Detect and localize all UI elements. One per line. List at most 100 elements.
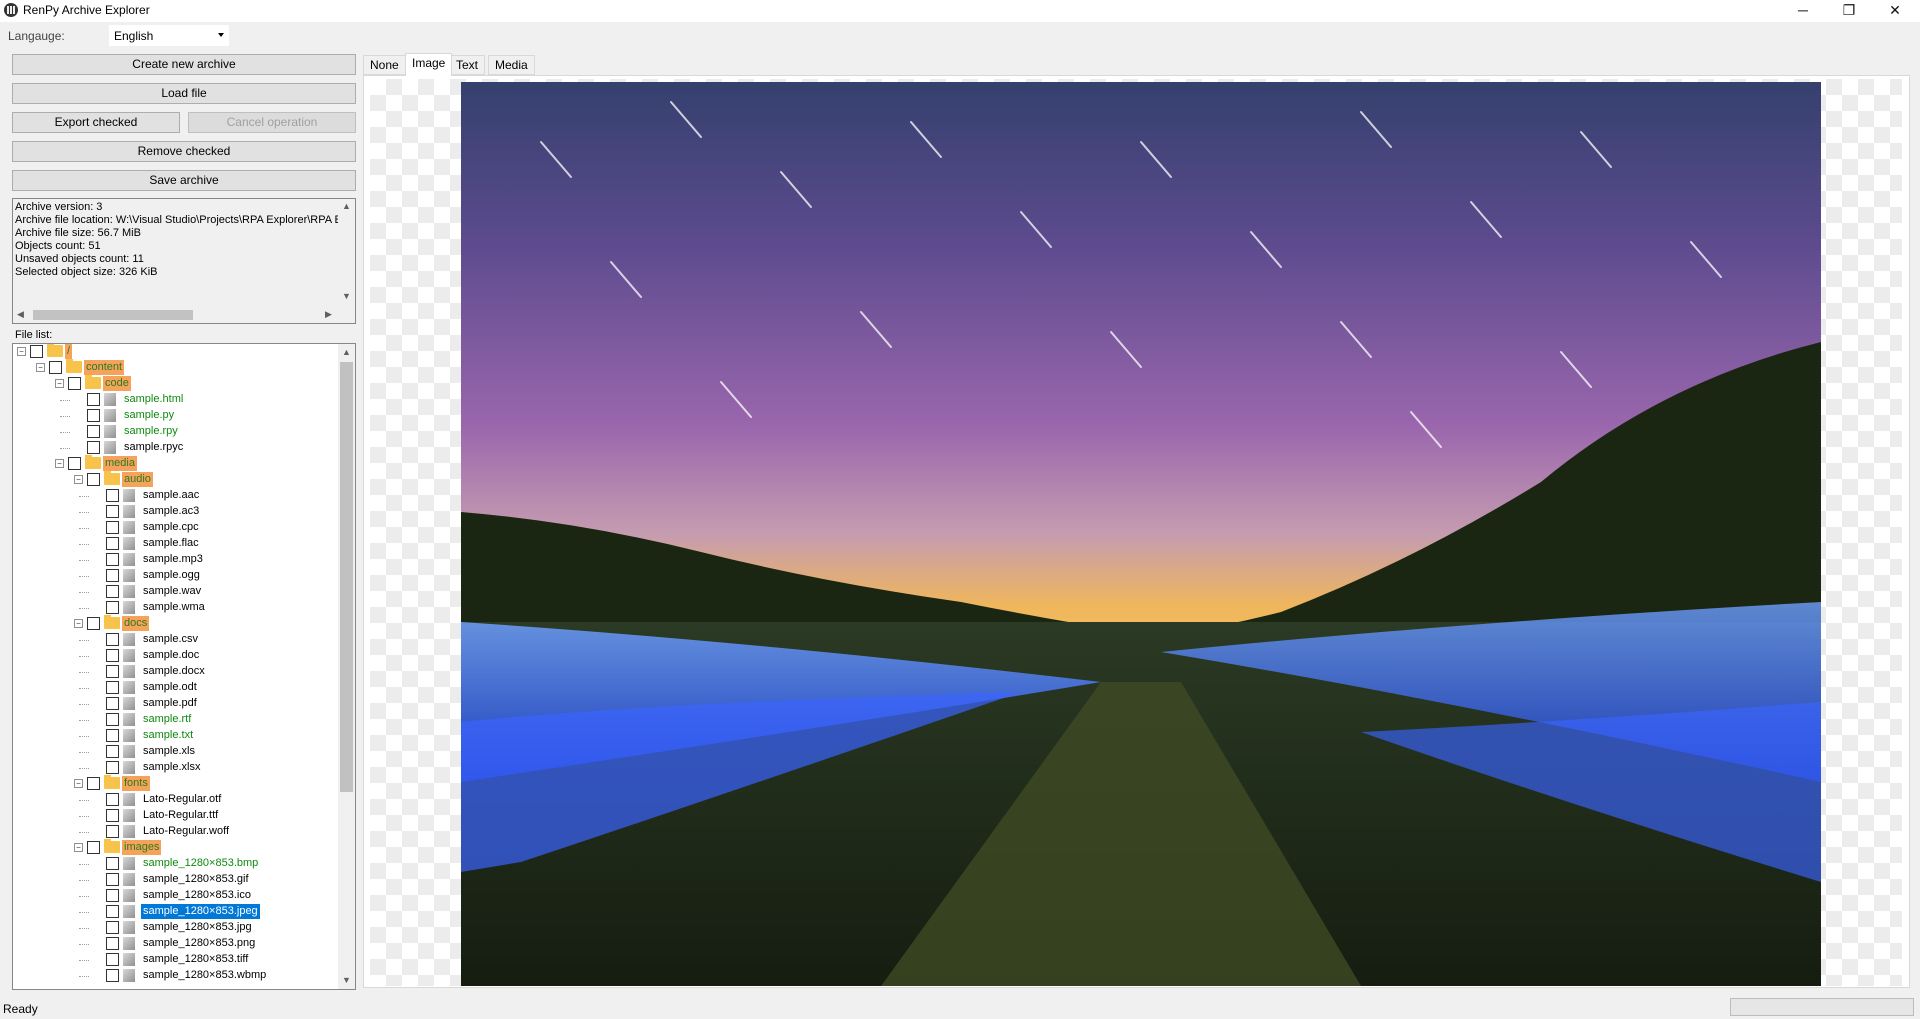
tree-checkbox[interactable] bbox=[87, 473, 100, 486]
tree-item-label[interactable]: sample.txt bbox=[141, 728, 195, 743]
tree-item-label[interactable]: sample_1280×853.jpeg bbox=[141, 904, 260, 919]
tree-item-label[interactable]: docs bbox=[122, 616, 150, 631]
scroll-up-icon[interactable]: ▲ bbox=[342, 347, 351, 357]
tree-item-label[interactable]: sample.cpc bbox=[141, 520, 201, 535]
tree-checkbox[interactable] bbox=[106, 585, 119, 598]
tree-checkbox[interactable] bbox=[106, 761, 119, 774]
tree-item-label[interactable]: sample.ac3 bbox=[141, 504, 201, 519]
tree-checkbox[interactable] bbox=[68, 377, 81, 390]
scroll-down-icon[interactable]: ▼ bbox=[342, 291, 351, 301]
tree-checkbox[interactable] bbox=[106, 729, 119, 742]
tree-item-label[interactable]: images bbox=[122, 840, 162, 855]
tab-none[interactable]: None bbox=[363, 55, 406, 75]
tree-item-label[interactable]: sample.csv bbox=[141, 632, 200, 647]
tree-checkbox[interactable] bbox=[106, 953, 119, 966]
tree-item-label[interactable]: sample.docx bbox=[141, 664, 207, 679]
tree-item-label[interactable]: sample_1280×853.tiff bbox=[141, 952, 250, 967]
tree-item-label[interactable]: sample.rpyc bbox=[122, 440, 185, 455]
tree-item-label[interactable]: sample.xlsx bbox=[141, 760, 202, 775]
tree-checkbox[interactable] bbox=[106, 745, 119, 758]
tree-checkbox[interactable] bbox=[106, 537, 119, 550]
tree-item-label[interactable]: sample_1280×853.bmp bbox=[141, 856, 260, 871]
tree-item-label[interactable]: sample_1280×853.png bbox=[141, 936, 257, 951]
info-vertical-scrollbar[interactable]: ▲ ▼ bbox=[338, 199, 355, 305]
maximize-button[interactable]: ❐ bbox=[1826, 0, 1872, 22]
tree-checkbox[interactable] bbox=[30, 345, 43, 358]
tree-item-label[interactable]: sample_1280×853.gif bbox=[141, 872, 251, 887]
tree-item-label[interactable]: sample_1280×853.ico bbox=[141, 888, 253, 903]
collapse-toggle-icon[interactable]: − bbox=[74, 475, 83, 484]
tree-item-label[interactable]: sample.py bbox=[122, 408, 176, 423]
tree-checkbox[interactable] bbox=[87, 441, 100, 454]
tree-checkbox[interactable] bbox=[106, 713, 119, 726]
minimize-button[interactable]: ─ bbox=[1780, 0, 1826, 22]
tree-checkbox[interactable] bbox=[106, 601, 119, 614]
tree-item-label[interactable]: / bbox=[65, 344, 73, 359]
tree-checkbox[interactable] bbox=[87, 777, 100, 790]
cancel-operation-button[interactable]: Cancel operation bbox=[188, 112, 356, 133]
tree-checkbox[interactable] bbox=[87, 617, 100, 630]
tree-checkbox[interactable] bbox=[87, 841, 100, 854]
tree-item-label[interactable]: content bbox=[84, 360, 125, 375]
tree-item-label[interactable]: sample.mp3 bbox=[141, 552, 205, 567]
language-select[interactable]: English bbox=[109, 25, 229, 46]
collapse-toggle-icon[interactable]: − bbox=[55, 459, 64, 468]
collapse-toggle-icon[interactable]: − bbox=[74, 843, 83, 852]
tree-checkbox[interactable] bbox=[87, 409, 100, 422]
tree-checkbox[interactable] bbox=[106, 905, 119, 918]
tree-checkbox[interactable] bbox=[106, 857, 119, 870]
info-scroll-thumb[interactable] bbox=[33, 310, 193, 320]
tree-item-label[interactable]: Lato-Regular.otf bbox=[141, 792, 223, 807]
tree-item-label[interactable]: sample.rpy bbox=[122, 424, 180, 439]
tree-item-label[interactable]: sample.wma bbox=[141, 600, 207, 615]
tree-item-label[interactable]: Lato-Regular.woff bbox=[141, 824, 231, 839]
save-archive-button[interactable]: Save archive bbox=[12, 170, 356, 191]
file-tree[interactable]: − / − content − code sample.html sample.py sampl… bbox=[12, 343, 356, 990]
archive-info-box[interactable]: Archive version: 3 Archive file location… bbox=[12, 198, 356, 324]
tree-item-label[interactable]: sample_1280×853.jpg bbox=[141, 920, 254, 935]
tree-checkbox[interactable] bbox=[87, 393, 100, 406]
collapse-toggle-icon[interactable]: − bbox=[55, 379, 64, 388]
tree-item-label[interactable]: sample.html bbox=[122, 392, 185, 407]
tree-item-label[interactable]: fonts bbox=[122, 776, 150, 791]
scroll-right-icon[interactable]: ▶ bbox=[325, 309, 332, 320]
tree-checkbox[interactable] bbox=[106, 825, 119, 838]
scroll-left-icon[interactable]: ◀ bbox=[17, 309, 24, 320]
tree-checkbox[interactable] bbox=[106, 809, 119, 822]
collapse-toggle-icon[interactable]: − bbox=[36, 363, 45, 372]
tree-item-label[interactable]: media bbox=[103, 456, 137, 471]
tree-checkbox[interactable] bbox=[106, 873, 119, 886]
tree-checkbox[interactable] bbox=[106, 937, 119, 950]
tree-checkbox[interactable] bbox=[106, 553, 119, 566]
tab-image[interactable]: Image bbox=[405, 53, 453, 76]
tree-item-label[interactable]: audio bbox=[122, 472, 153, 487]
info-horizontal-scrollbar[interactable]: ◀ ▶ bbox=[13, 306, 338, 323]
create-archive-button[interactable]: Create new archive bbox=[12, 54, 356, 75]
tree-checkbox[interactable] bbox=[106, 649, 119, 662]
remove-checked-button[interactable]: Remove checked bbox=[12, 141, 356, 162]
tree-checkbox[interactable] bbox=[106, 569, 119, 582]
tree-checkbox[interactable] bbox=[106, 921, 119, 934]
load-file-button[interactable]: Load file bbox=[12, 83, 356, 104]
tree-checkbox[interactable] bbox=[106, 505, 119, 518]
export-checked-button[interactable]: Export checked bbox=[12, 112, 180, 133]
tab-media[interactable]: Media bbox=[488, 55, 535, 75]
collapse-toggle-icon[interactable]: − bbox=[74, 619, 83, 628]
tree-item-label[interactable]: sample.pdf bbox=[141, 696, 199, 711]
tree-checkbox[interactable] bbox=[106, 681, 119, 694]
tree-item-label[interactable]: sample.odt bbox=[141, 680, 199, 695]
tree-item-label[interactable]: code bbox=[103, 376, 131, 391]
tab-text[interactable]: Text bbox=[449, 55, 486, 75]
collapse-toggle-icon[interactable]: − bbox=[17, 347, 26, 356]
tree-checkbox[interactable] bbox=[106, 969, 119, 982]
tree-checkbox[interactable] bbox=[106, 665, 119, 678]
tree-item-label[interactable]: sample.doc bbox=[141, 648, 201, 663]
tree-checkbox[interactable] bbox=[106, 889, 119, 902]
tree-checkbox[interactable] bbox=[49, 361, 62, 374]
tree-scroll-thumb[interactable] bbox=[340, 362, 353, 792]
collapse-toggle-icon[interactable]: − bbox=[74, 779, 83, 788]
tree-checkbox[interactable] bbox=[106, 697, 119, 710]
tree-checkbox[interactable] bbox=[87, 425, 100, 438]
tree-vertical-scrollbar[interactable]: ▲ ▼ bbox=[338, 344, 355, 989]
scroll-down-icon[interactable]: ▼ bbox=[342, 975, 351, 985]
